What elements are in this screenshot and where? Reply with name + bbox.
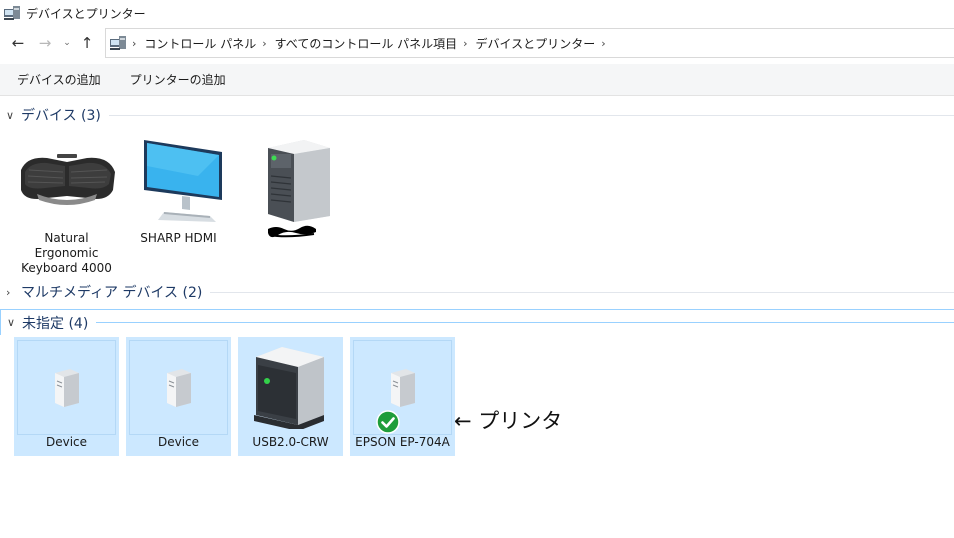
back-button[interactable]: ←: [7, 32, 29, 54]
computer-tower-icon: [268, 140, 330, 222]
breadcrumb-separator[interactable]: ›: [601, 37, 605, 50]
breadcrumb-all-items[interactable]: すべてのコントロール パネル項目: [275, 35, 458, 52]
navigation-row: ← → ⌄ ↑ › コントロール パネル › すべてのコントロール パネル項目 …: [0, 28, 954, 58]
device-label: Natural Ergonomic Keyboard 4000: [21, 231, 112, 275]
device-generic-1[interactable]: Device: [14, 337, 119, 456]
breadcrumb-separator[interactable]: ›: [463, 37, 467, 50]
device-label: Device: [157, 435, 200, 449]
chevron-right-icon: ›: [6, 285, 11, 299]
forward-button[interactable]: →: [34, 32, 56, 54]
redacted-label-scribble: [268, 225, 316, 238]
add-device-button[interactable]: デバイスの追加: [17, 71, 101, 88]
monitor-icon: [143, 140, 222, 222]
chevron-down-icon: ∨: [7, 316, 16, 329]
up-arrow-icon: ↑: [80, 34, 94, 52]
keyboard-icon: [20, 154, 115, 205]
add-printer-button[interactable]: プリンターの追加: [130, 71, 226, 88]
forward-arrow-icon: →: [38, 34, 52, 52]
devices-printers-icon: [110, 36, 126, 50]
group-label: マルチメディア デバイス (2): [21, 285, 203, 301]
group-header-multimedia[interactable]: › マルチメディア デバイス (2): [0, 281, 954, 303]
default-check-icon: [376, 410, 400, 434]
device-label: USB2.0-CRW: [252, 435, 329, 449]
generic-device-icon: [55, 369, 79, 407]
command-bar: デバイスの追加 プリンターの追加: [0, 64, 954, 96]
group-label: デバイス (3): [21, 108, 101, 124]
external-drive-icon: [254, 347, 324, 429]
back-arrow-icon: ←: [11, 34, 25, 52]
breadcrumb-control-panel[interactable]: コントロール パネル: [144, 35, 256, 52]
printer-annotation: ← プリンタ: [454, 409, 563, 433]
group-header-unspecified[interactable]: ∨ 未指定 (4): [0, 309, 954, 335]
device-keyboard[interactable]: Natural Ergonomic Keyboard 4000: [14, 150, 119, 276]
up-button[interactable]: ↑: [76, 32, 98, 54]
title-bar: デバイスとプリンター: [0, 0, 954, 26]
group-header-devices[interactable]: ∨ デバイス (3): [0, 104, 954, 126]
device-epson-printer[interactable]: EPSON EP-704A: [350, 337, 455, 456]
group-label: 未指定 (4): [22, 315, 89, 332]
group-divider: [210, 291, 954, 293]
devices-printers-icon: [4, 6, 20, 20]
chevron-down-icon: ⌄: [63, 38, 71, 48]
device-usb-card-reader[interactable]: USB2.0-CRW: [238, 337, 343, 456]
address-bar[interactable]: › コントロール パネル › すべてのコントロール パネル項目 › デバイスとプ…: [105, 28, 954, 58]
device-computer[interactable]: [238, 138, 343, 225]
generic-device-icon: [167, 369, 191, 407]
device-generic-2[interactable]: Device: [126, 337, 231, 456]
device-label: EPSON EP-704A: [355, 435, 450, 449]
device-label: SHARP HDMI: [140, 231, 217, 245]
generic-device-icon: [391, 369, 415, 407]
window-title: デバイスとプリンター: [26, 6, 146, 21]
chevron-down-icon: ∨: [6, 108, 15, 122]
device-label: Device: [45, 435, 88, 449]
breadcrumb-separator[interactable]: ›: [132, 37, 136, 50]
group-divider: [108, 114, 954, 116]
breadcrumb-devices-printers[interactable]: デバイスとプリンター: [476, 35, 596, 52]
breadcrumb-separator[interactable]: ›: [262, 37, 266, 50]
group-divider: [96, 322, 954, 323]
device-monitor[interactable]: SHARP HDMI: [126, 136, 231, 246]
recent-locations-button[interactable]: ⌄: [60, 32, 74, 54]
